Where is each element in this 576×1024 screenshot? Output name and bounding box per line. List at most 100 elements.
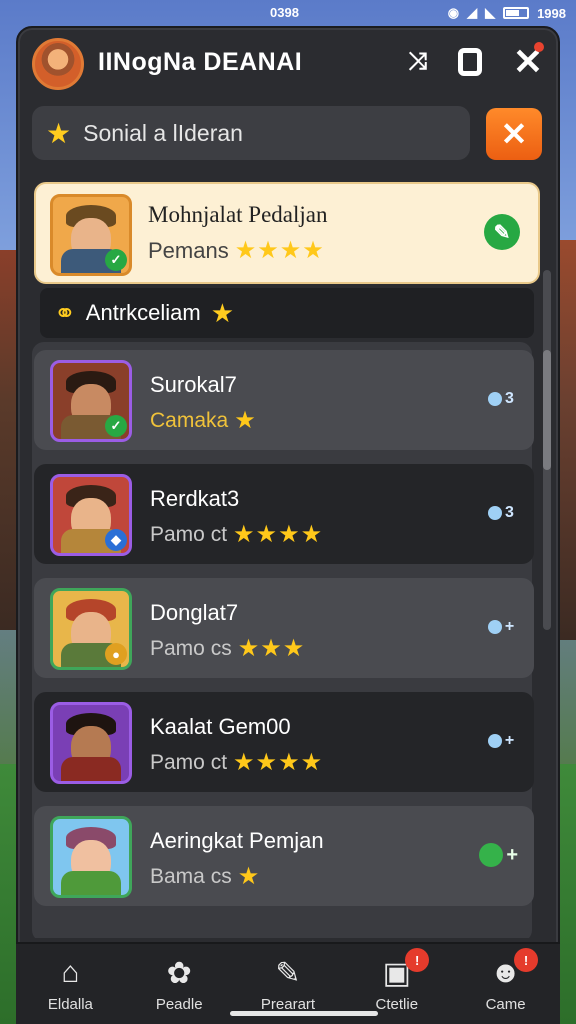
scrollbar-thumb[interactable]	[543, 350, 551, 470]
item-action-label: +	[506, 843, 518, 866]
item-subtitle-text: Pamo ct	[150, 522, 228, 546]
nav-label: Peadle	[155, 996, 203, 1013]
rating-stars: ★	[237, 863, 261, 890]
rating-stars: ★★★	[237, 635, 306, 662]
item-action-label: 3	[505, 390, 514, 407]
toggle-icon	[479, 843, 504, 867]
stop-button[interactable]	[450, 42, 490, 82]
notification-badge: !	[405, 948, 430, 972]
item-action-button[interactable]: +	[484, 728, 518, 754]
page-title: IINogNa DEANAI	[98, 48, 303, 76]
search-value: Sonial a lIderan	[83, 119, 243, 146]
featured-subtitle-text: Pemans	[148, 237, 229, 263]
item-title: Kaalat Gem00	[150, 714, 291, 739]
item-title: Aeringkat Pemjan	[150, 828, 324, 853]
status-time: 0398	[270, 5, 299, 20]
toggle-icon	[488, 506, 503, 520]
featured-title: Mohnjalat Pedaljan	[148, 202, 328, 227]
list-item[interactable]: ● Donglat7 Pamo cs ★★★ +	[34, 578, 534, 678]
signal-icon: ◣	[485, 5, 496, 20]
item-subtitle-text: Camaka	[150, 408, 229, 432]
list-item[interactable]: ◆ Rerdkat3 Pamo ct ★★★★ 3	[34, 464, 534, 564]
clear-search-button[interactable]: ✕	[486, 108, 542, 160]
item-action-button[interactable]: +	[479, 842, 518, 868]
featured-item[interactable]: ✓ Mohnjalat Pedaljan Pemans ★★★★ ✎	[34, 182, 540, 284]
edit-icon: ✎	[275, 957, 301, 990]
close-icon: ✕	[500, 116, 528, 152]
item-thumbnail: ◆	[50, 474, 132, 556]
nav-item-profile[interactable]: ☻ Came !	[451, 944, 560, 1024]
nav-label: Eldalla	[47, 996, 93, 1013]
shield-icon: ◆	[105, 529, 127, 551]
item-subtitle: Pamo cs ★★★	[150, 634, 305, 663]
thumb-body	[60, 871, 122, 895]
list-item[interactable]: Aeringkat Pemjan Bama cs ★ +	[34, 806, 534, 906]
item-subtitle-text: Pamo ct	[150, 750, 228, 774]
battery-icon	[503, 7, 530, 19]
panel-header: IINogNa DEANAI ⤨ ✕	[18, 28, 558, 98]
item-action-label: +	[504, 732, 515, 749]
item-action-label: +	[504, 618, 515, 635]
nav-label: Ctetlie	[375, 996, 419, 1013]
nav-item-puzzle[interactable]: ✿ Peadle	[125, 944, 234, 1024]
search-input[interactable]: ★ Sonial a lIderan	[32, 106, 470, 160]
toggle-icon	[487, 734, 502, 748]
item-subtitle: Bama cs ★	[150, 862, 260, 891]
stop-icon	[458, 48, 482, 76]
list-frame: ✓ Mohnjalat Pedaljan Pemans ★★★★ ✎ ⚭ Ant…	[18, 170, 558, 938]
star-icon: ★	[210, 297, 235, 328]
link-icon: ⚭	[54, 297, 76, 328]
eye-icon: ◉	[447, 5, 460, 20]
toggle-icon	[488, 392, 503, 406]
rating-stars: ★★★★	[234, 237, 325, 264]
item-thumbnail: ✓	[50, 360, 132, 442]
status-icons: ◉ ◢ ◣ 1998	[448, 5, 566, 21]
thumb-body	[60, 757, 122, 781]
list-item[interactable]: ✓ Surokal7 Camaka ★ 3	[34, 350, 534, 450]
item-thumbnail	[50, 816, 132, 898]
item-action-button[interactable]: +	[484, 614, 518, 640]
star-icon: ★	[46, 117, 72, 149]
main-panel: IINogNa DEANAI ⤨ ✕ ★ Sonial a lIderan ✕ …	[16, 26, 560, 1024]
notification-badge: !	[513, 948, 538, 972]
featured-subtitle: Pemans ★★★★	[148, 236, 325, 265]
item-title: Rerdkat3	[150, 486, 240, 511]
item-subtitle-text: Pamo cs	[150, 636, 232, 660]
item-subtitle: Pamo ct ★★★★	[150, 748, 323, 777]
item-subtitle: Pamo ct ★★★★	[150, 520, 323, 549]
item-action-label: 3	[505, 504, 514, 521]
home-indicator[interactable]	[230, 1011, 378, 1016]
item-title: Surokal7	[150, 372, 237, 397]
toggle-icon	[487, 620, 502, 634]
shuffle-icon: ⤨	[408, 48, 428, 75]
item-subtitle-text: Bama cs	[150, 864, 232, 888]
home-icon: ⌂	[61, 956, 80, 989]
check-icon: ✓	[105, 415, 127, 437]
bottom-nav: ⌂ Eldalla ✿ Peadle ✎ Prearart ▣ Ctetlie …	[16, 942, 560, 1024]
wifi-icon: ◢	[467, 5, 478, 20]
list-item[interactable]: Kaalat Gem00 Pamo ct ★★★★ +	[34, 692, 534, 792]
item-action-button[interactable]: 3	[484, 500, 518, 526]
rating-stars: ★★★★	[233, 521, 324, 548]
notification-dot	[534, 42, 544, 52]
section-label: Antrkceliam	[85, 300, 201, 325]
status-right-text: 1998	[537, 5, 566, 21]
rating-stars: ★	[234, 407, 257, 434]
item-action-button[interactable]: 3	[484, 386, 518, 412]
check-icon: ✓	[105, 249, 127, 271]
featured-thumbnail: ✓	[50, 194, 132, 276]
item-title: Donglat7	[150, 600, 239, 625]
shuffle-button[interactable]: ⤨	[398, 42, 438, 82]
coin-icon: ●	[105, 643, 127, 665]
nav-item-home[interactable]: ⌂ Eldalla	[16, 944, 125, 1024]
item-thumbnail	[50, 702, 132, 784]
status-bar: 0398 ◉ ◢ ◣ 1998	[0, 0, 576, 26]
item-subtitle: Camaka ★	[150, 406, 257, 435]
selected-check-icon[interactable]: ✎	[484, 214, 520, 250]
item-thumbnail: ●	[50, 588, 132, 670]
rating-stars: ★★★★	[233, 749, 324, 776]
puzzle-icon: ✿	[166, 957, 192, 990]
nav-label: Came	[485, 996, 526, 1013]
avatar[interactable]	[32, 38, 84, 90]
section-header: ⚭ Antrkceliam ★	[40, 288, 534, 338]
